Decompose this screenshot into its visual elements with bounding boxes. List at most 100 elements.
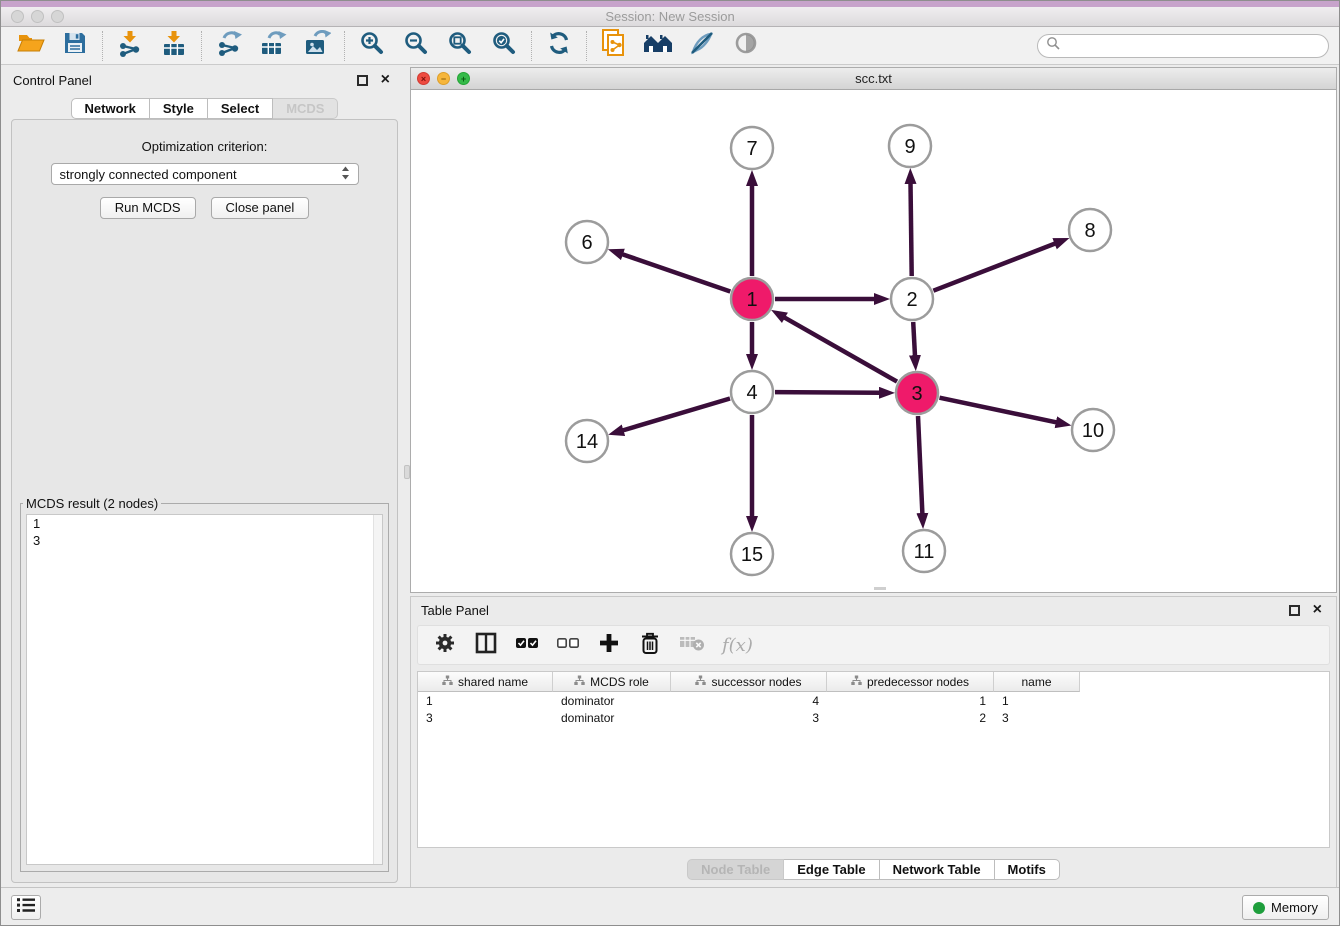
column-header-shared-name[interactable]: shared name	[418, 672, 553, 692]
network-close-button[interactable]: ×	[417, 72, 430, 85]
select-all-checkboxes-button[interactable]	[515, 633, 539, 657]
graph-edge-3-11[interactable]	[918, 416, 922, 514]
zoom-out-button[interactable]	[394, 29, 438, 63]
table-panel-close-button[interactable]: ×	[1313, 603, 1322, 617]
table-row[interactable]: 3dominator323	[418, 709, 1329, 726]
criterion-dropdown[interactable]: strongly connected component	[51, 163, 359, 185]
run-mcds-button[interactable]: Run MCDS	[100, 197, 196, 219]
import-network-icon	[117, 30, 143, 62]
select-all-checkboxes-icon	[515, 636, 539, 655]
graph-edge-2-8[interactable]	[933, 243, 1055, 290]
memory-status-dot	[1253, 902, 1265, 914]
control-panel-float-button[interactable]	[357, 75, 368, 86]
hierarchy-icon	[851, 675, 862, 689]
tab-mcds[interactable]: MCDS	[273, 98, 338, 119]
refresh-view-button[interactable]	[537, 29, 581, 63]
mcds-panel-body: Optimization criterion: strongly connect…	[11, 119, 398, 883]
search-box[interactable]	[1037, 34, 1329, 58]
table-cell[interactable]: 1	[418, 694, 553, 708]
open-session-button[interactable]	[9, 29, 53, 63]
graph-node-label-7: 7	[746, 138, 757, 160]
tab-node-table[interactable]: Node Table	[687, 859, 784, 880]
close-panel-button[interactable]: Close panel	[211, 197, 310, 219]
graph-edge-1-6[interactable]	[622, 254, 730, 291]
add-column-button[interactable]	[597, 633, 621, 657]
table-panel-float-button[interactable]	[1289, 605, 1300, 616]
tab-network[interactable]: Network	[71, 98, 150, 119]
canvas-resize-handle[interactable]	[874, 587, 886, 590]
table-cell[interactable]: 3	[994, 711, 1080, 725]
tab-style[interactable]: Style	[150, 98, 208, 119]
column-header-MCDS-role[interactable]: MCDS role	[553, 672, 671, 692]
table-cell[interactable]: 1	[827, 694, 994, 708]
toolbar-separator	[102, 31, 103, 61]
column-header-name[interactable]: name	[994, 672, 1080, 692]
table-cell[interactable]: 1	[994, 694, 1080, 708]
function-builder-button[interactable]: f(x)	[722, 633, 753, 657]
window-zoom-button[interactable]	[51, 10, 64, 23]
graphics-details-button[interactable]	[680, 29, 724, 63]
result-scrollbar[interactable]	[373, 515, 382, 864]
graph-edge-4-3[interactable]	[775, 392, 880, 393]
delete-column-icon	[639, 631, 661, 660]
network-minimize-button[interactable]: −	[437, 72, 450, 85]
graph-edge-4-14[interactable]	[623, 399, 731, 431]
memory-label: Memory	[1271, 900, 1318, 915]
toolbar-separator	[586, 31, 587, 61]
table-cell[interactable]: 3	[671, 711, 827, 725]
settings-gear-button[interactable]	[433, 633, 457, 657]
column-header-successor-nodes[interactable]: successor nodes	[671, 672, 827, 692]
table-row[interactable]: 1dominator411	[418, 692, 1329, 709]
tab-network-table[interactable]: Network Table	[880, 859, 995, 880]
table-panel: Table Panel × f(x) shared nameMCDS roles…	[410, 596, 1337, 889]
export-network-button[interactable]	[207, 29, 251, 63]
export-network-icon	[216, 30, 243, 61]
table-cell[interactable]: 2	[827, 711, 994, 725]
memory-button[interactable]: Memory	[1242, 895, 1329, 920]
task-history-button[interactable]	[11, 895, 41, 920]
export-image-button[interactable]	[295, 29, 339, 63]
table-cell[interactable]: 3	[418, 711, 553, 725]
add-column-icon	[598, 632, 620, 659]
export-table-button[interactable]	[251, 29, 295, 63]
graph-edge-3-1[interactable]	[784, 317, 897, 381]
deselect-all-checkboxes-button[interactable]	[556, 633, 580, 657]
delete-column-button[interactable]	[638, 633, 662, 657]
tab-motifs[interactable]: Motifs	[995, 859, 1060, 880]
control-panel-close-button[interactable]: ×	[381, 73, 390, 87]
graph-edge-2-9[interactable]	[911, 183, 912, 276]
table-cell[interactable]: dominator	[553, 711, 671, 725]
network-maximize-button[interactable]: +	[457, 72, 470, 85]
import-table-button[interactable]	[152, 29, 196, 63]
network-window: × − + scc.txt 7968124314101511	[410, 67, 1337, 593]
graph-edge-2-3[interactable]	[913, 322, 915, 356]
search-input[interactable]	[1064, 38, 1320, 53]
network-window-titlebar[interactable]: × − + scc.txt	[411, 68, 1336, 90]
refresh-view-icon	[546, 30, 572, 61]
window-close-button[interactable]	[11, 10, 24, 23]
network-canvas[interactable]: 7968124314101511	[411, 90, 1336, 592]
tab-edge-table[interactable]: Edge Table	[784, 859, 879, 880]
delete-table-button[interactable]	[679, 633, 705, 657]
tab-select[interactable]: Select	[208, 98, 273, 119]
task-list-icon	[16, 896, 36, 919]
zoom-selected-button[interactable]	[482, 29, 526, 63]
graph-node-label-9: 9	[904, 136, 915, 158]
graph-node-label-4: 4	[746, 382, 757, 404]
show-hide-details-button[interactable]	[724, 29, 768, 63]
column-header-predecessor-nodes[interactable]: predecessor nodes	[827, 672, 994, 692]
save-session-button[interactable]	[53, 29, 97, 63]
import-network-button[interactable]	[108, 29, 152, 63]
optimization-criterion-label: Optimization criterion:	[12, 139, 397, 154]
table-cell[interactable]: 4	[671, 694, 827, 708]
graph-edge-3-10[interactable]	[940, 398, 1057, 423]
zoom-fit-button[interactable]	[438, 29, 482, 63]
mcds-result-list[interactable]: 13	[26, 514, 383, 865]
first-neighbors-button[interactable]	[636, 29, 680, 63]
table-cell[interactable]: dominator	[553, 694, 671, 708]
new-network-from-selection-button[interactable]	[592, 29, 636, 63]
zoom-in-button[interactable]	[350, 29, 394, 63]
window-minimize-button[interactable]	[31, 10, 44, 23]
split-view-button[interactable]	[474, 633, 498, 657]
graph-node-label-10: 10	[1082, 420, 1104, 442]
